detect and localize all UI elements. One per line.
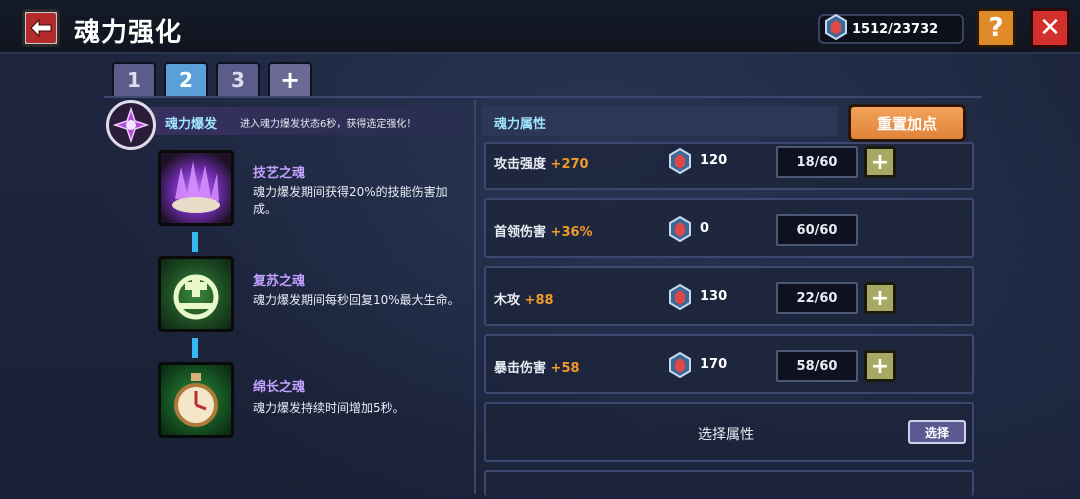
close-button[interactable]: ✕ xyxy=(1030,8,1070,48)
burst-description: 进入魂力爆发状态6秒，获得选定强化！ xyxy=(240,119,417,130)
attribute-count: 22/60 xyxy=(776,282,858,314)
page-title: 魂力强化 xyxy=(74,18,183,48)
attribute-cost: 120 xyxy=(700,153,728,168)
attribute-count: 60/60 xyxy=(776,214,858,246)
skill-connector xyxy=(192,232,198,252)
soul-gem-icon xyxy=(669,283,691,311)
attribute-label: 木攻 +88 xyxy=(494,293,554,308)
soul-gem-icon xyxy=(669,215,691,243)
attribute-label: 攻击强度 +270 xyxy=(494,157,589,172)
attribute-cost: 130 xyxy=(700,289,728,304)
back-button[interactable] xyxy=(22,9,60,47)
add-tab-button[interactable]: + xyxy=(268,62,312,96)
attribute-row xyxy=(484,470,974,496)
skill-name: 复苏之魂 xyxy=(253,274,306,289)
tab-2[interactable]: 2 xyxy=(164,62,208,96)
reset-points-button[interactable]: 重置加点 xyxy=(848,104,966,142)
soul-burst-icon xyxy=(106,100,156,150)
add-point-button[interactable]: + xyxy=(864,146,896,178)
green-heal-icon[interactable] xyxy=(158,256,234,332)
attribute-cost: 170 xyxy=(700,357,728,372)
select-attribute-button[interactable]: 选择 xyxy=(908,420,966,444)
help-button[interactable]: ? xyxy=(976,8,1016,48)
soul-gem-icon xyxy=(669,351,691,379)
attribute-count: 18/60 xyxy=(776,146,858,178)
skill-description: 魂力爆发持续时间增加5秒。 xyxy=(253,401,405,415)
attribute-label: 首领伤害 +36% xyxy=(494,225,593,240)
soul-gem-icon xyxy=(669,147,691,175)
stopwatch-icon[interactable] xyxy=(158,362,234,438)
skill-connector xyxy=(192,338,198,358)
soul-gem-icon xyxy=(824,13,848,44)
add-point-button[interactable]: + xyxy=(864,282,896,314)
currency-value: 1512/23732 xyxy=(852,21,939,37)
skill-description: 魂力爆发期间每秒回复10%最大生命。 xyxy=(253,293,460,307)
skill-name: 绵长之魂 xyxy=(253,380,306,395)
panel-divider xyxy=(474,100,476,494)
burst-title: 魂力爆发 xyxy=(165,117,218,132)
attribute-count: 58/60 xyxy=(776,350,858,382)
attribute-label: 暴击伤害 +58 xyxy=(494,361,580,376)
tab-3[interactable]: 3 xyxy=(216,62,260,96)
add-point-button[interactable]: + xyxy=(864,350,896,382)
attributes-title: 魂力属性 xyxy=(494,117,547,132)
back-arrow-icon xyxy=(26,13,56,43)
select-attribute-label: 选择属性 xyxy=(698,427,754,443)
attribute-cost: 0 xyxy=(700,221,710,236)
purple-crystal-icon[interactable] xyxy=(158,150,234,226)
skill-description: 魂力爆发期间获得20%的技能伤害加成。 xyxy=(253,185,448,216)
tab-1[interactable]: 1 xyxy=(112,62,156,96)
currency-display: 1512/23732 xyxy=(818,13,964,44)
skill-name: 技艺之魂 xyxy=(253,166,306,181)
attribute-row xyxy=(484,266,974,326)
